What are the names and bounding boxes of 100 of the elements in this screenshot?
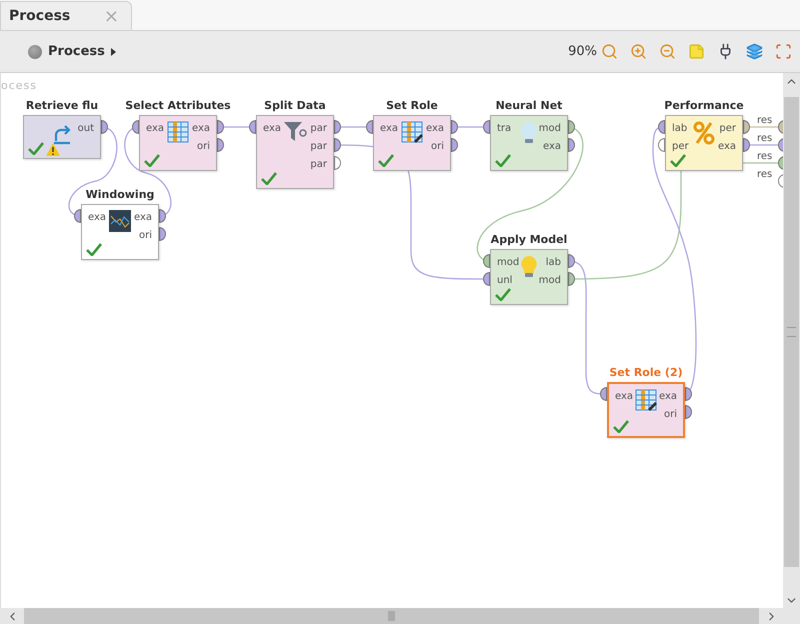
vertical-scrollbar-thumb[interactable] xyxy=(784,97,799,567)
port-label: exa xyxy=(426,122,444,134)
check-icon xyxy=(378,154,394,167)
output-port[interactable] xyxy=(217,138,224,152)
operator-title: Retrieve flu xyxy=(26,99,98,112)
process-tab[interactable]: Process × xyxy=(0,1,132,30)
operator-title: Apply Model xyxy=(490,233,568,246)
tab-label: Process xyxy=(9,8,70,24)
operator-node[interactable]: mod unl lab mod xyxy=(490,249,568,305)
operator-title: Select Attributes xyxy=(125,99,231,112)
port-label: exa xyxy=(88,212,106,222)
table-icon xyxy=(401,121,423,143)
port-label: mod xyxy=(538,122,561,134)
operator-node[interactable]: exa exa ori xyxy=(607,382,685,438)
port-label: exa xyxy=(718,140,736,152)
table-icon xyxy=(167,121,189,143)
port-label: exa xyxy=(615,390,634,402)
operator-node[interactable]: tra mod exa xyxy=(490,115,568,171)
port-label: mod xyxy=(538,274,561,286)
layers-icon[interactable] xyxy=(746,43,763,60)
input-port[interactable] xyxy=(74,209,81,223)
port-label: par xyxy=(310,158,327,170)
input-port[interactable] xyxy=(483,254,490,268)
output-port[interactable] xyxy=(568,254,575,268)
output-port[interactable] xyxy=(685,387,692,401)
funnel-icon xyxy=(283,121,307,143)
output-port[interactable] xyxy=(334,120,341,134)
check-icon xyxy=(261,172,277,185)
port-label: per xyxy=(672,140,689,152)
input-port[interactable] xyxy=(658,120,665,134)
output-port[interactable] xyxy=(334,156,341,170)
output-port[interactable] xyxy=(685,405,692,419)
caret-icon[interactable] xyxy=(110,48,116,56)
port-label: par xyxy=(310,122,327,134)
auto-layout-icon[interactable] xyxy=(775,43,792,60)
zoom-level: 90% xyxy=(568,44,597,59)
canvas-label: ocess xyxy=(1,79,38,92)
operator-node[interactable]: exa exa ori xyxy=(373,115,451,171)
port-label: par xyxy=(310,140,327,152)
output-port[interactable] xyxy=(451,120,458,134)
output-port[interactable] xyxy=(568,120,575,134)
input-port[interactable] xyxy=(366,120,373,134)
operator-title: Performance xyxy=(664,99,744,112)
check-icon xyxy=(144,154,160,167)
port-label: exa xyxy=(542,140,561,152)
port-label: ori xyxy=(664,408,677,420)
port-label: out xyxy=(78,122,94,134)
check-icon xyxy=(495,154,511,167)
percent-icon xyxy=(693,121,715,145)
port-label: exa xyxy=(263,122,282,134)
port-label: exa xyxy=(658,390,677,402)
port-label: ori xyxy=(430,140,444,152)
port-label: per xyxy=(719,122,736,134)
operator-node[interactable]: lab per per exa xyxy=(665,115,743,171)
result-port-label: res xyxy=(757,168,772,180)
output-port[interactable] xyxy=(743,120,750,134)
input-port[interactable] xyxy=(249,120,256,134)
check-icon xyxy=(613,420,629,433)
operator-node[interactable]: exa exa ori xyxy=(81,204,159,260)
result-port-label: res xyxy=(757,150,772,162)
port-label: ori xyxy=(138,230,152,240)
input-port[interactable] xyxy=(483,120,490,134)
operator-node[interactable]: exa par par par xyxy=(256,115,334,189)
output-port[interactable] xyxy=(568,272,575,286)
port-label: unl xyxy=(497,274,512,286)
port-label: ori xyxy=(196,140,210,152)
result-port-label: res xyxy=(757,114,772,126)
port-label: tra xyxy=(497,122,512,134)
output-port[interactable] xyxy=(159,209,166,223)
input-port[interactable] xyxy=(132,120,139,134)
operator-node[interactable]: exa exa ori xyxy=(139,115,217,171)
check-icon xyxy=(86,243,102,256)
output-port[interactable] xyxy=(451,138,458,152)
breadcrumb-link[interactable]: Process xyxy=(48,44,105,59)
operator-title: Set Role xyxy=(386,99,438,112)
input-port[interactable] xyxy=(483,272,490,286)
operator-title: Windowing xyxy=(86,188,154,201)
check-icon xyxy=(495,288,511,301)
output-port[interactable] xyxy=(101,120,108,134)
operator-node[interactable]: out xyxy=(23,115,101,159)
table-icon xyxy=(635,389,657,411)
check-icon xyxy=(670,154,686,167)
operator-title: Neural Net xyxy=(496,99,562,112)
output-port[interactable] xyxy=(743,138,750,152)
port-label: mod xyxy=(497,256,520,268)
output-port[interactable] xyxy=(334,138,341,152)
port-label: exa xyxy=(192,122,210,134)
result-port-label: res xyxy=(757,132,772,144)
port-label: exa xyxy=(380,122,398,134)
input-port[interactable] xyxy=(600,387,607,401)
output-port[interactable] xyxy=(159,227,166,241)
horizontal-scrollbar-thumb[interactable] xyxy=(24,608,759,624)
output-port[interactable] xyxy=(217,120,224,134)
port-label: exa xyxy=(134,212,152,222)
output-port[interactable] xyxy=(568,138,575,152)
port-label: exa xyxy=(146,122,164,134)
operator-title: Split Data xyxy=(264,99,326,112)
operator-title: Set Role (2) xyxy=(609,366,683,379)
process-icon xyxy=(28,44,42,58)
input-port[interactable] xyxy=(658,138,665,152)
